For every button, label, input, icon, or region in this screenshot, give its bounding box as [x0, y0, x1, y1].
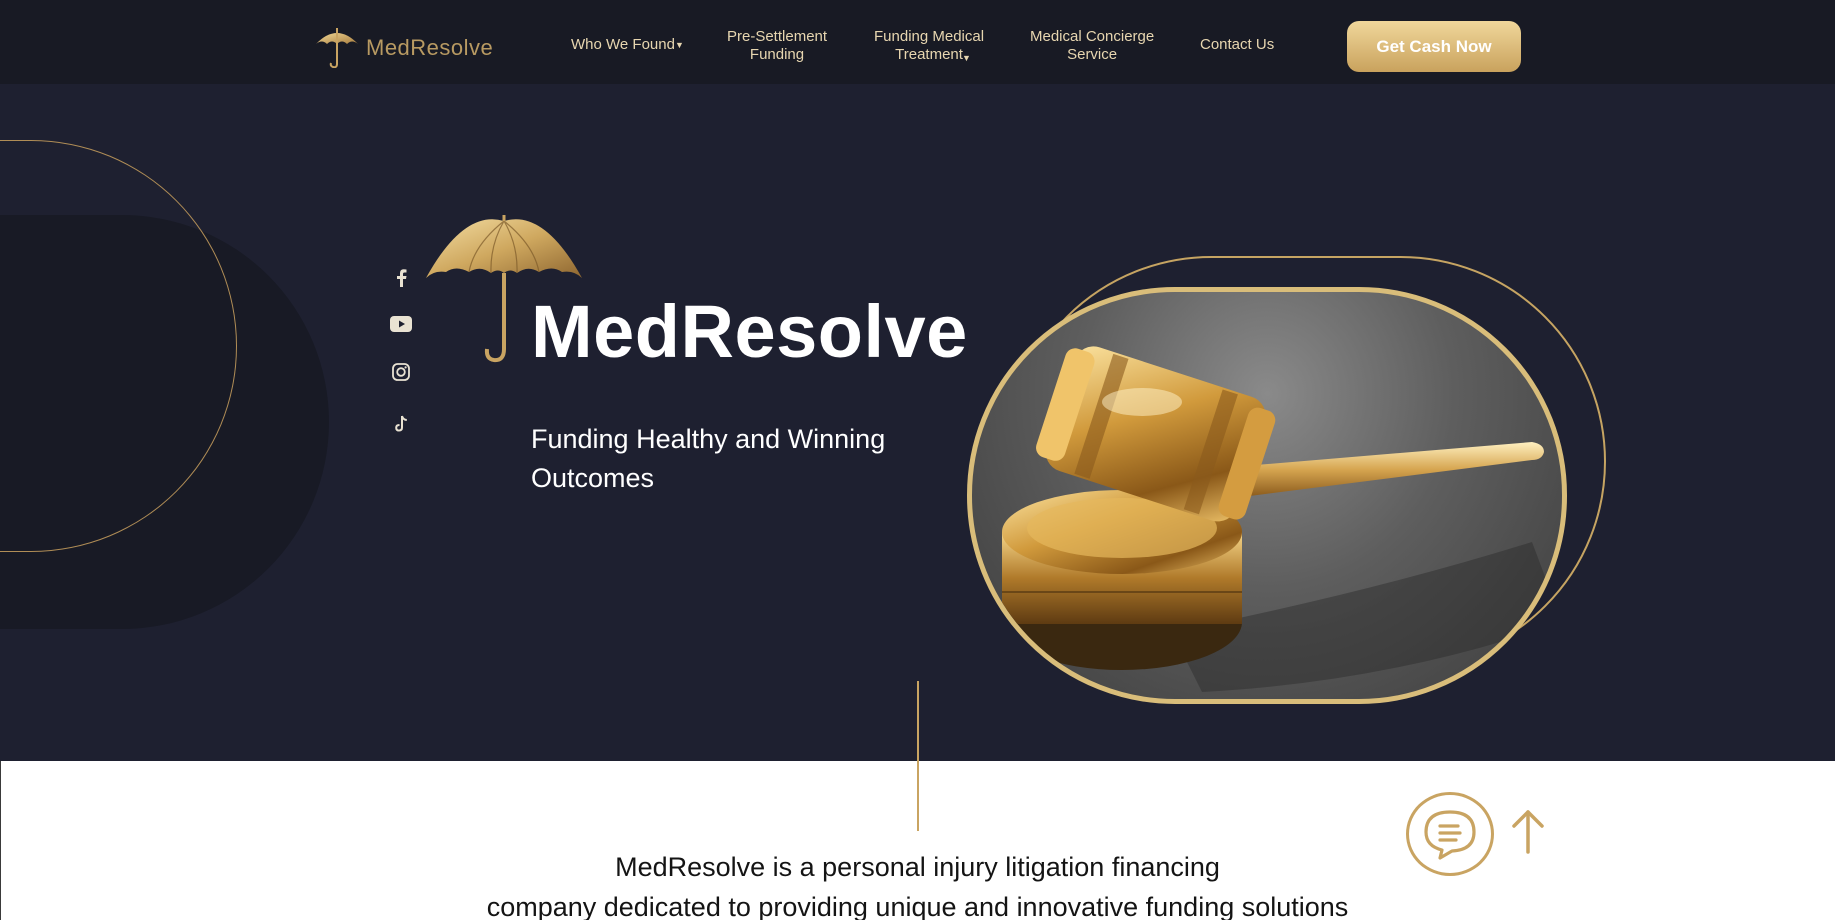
- intro-line1: MedResolve is a personal injury litigati…: [615, 852, 1220, 882]
- nav-who-we-found[interactable]: Who We Found: [571, 36, 675, 54]
- logo-link[interactable]: MedResolve: [314, 24, 493, 68]
- nav-medical-concierge-service[interactable]: Medical Concierge Service: [1030, 28, 1154, 64]
- tiktok-icon[interactable]: [388, 411, 414, 437]
- golden-gavel-image: [967, 287, 1567, 704]
- caret-down-icon: ▼: [675, 40, 684, 50]
- nav-pre-settlement-funding[interactable]: Pre-Settlement Funding: [727, 28, 827, 64]
- hero-section: MedResolve Funding Healthy and Winning O…: [0, 84, 1835, 761]
- nav-label: Who We Found: [571, 36, 675, 53]
- instagram-icon[interactable]: [388, 359, 414, 385]
- nav-contact-us[interactable]: Contact Us: [1200, 36, 1274, 54]
- logo-text: MedResolve: [366, 35, 494, 60]
- get-cash-now-button[interactable]: Get Cash Now: [1347, 21, 1521, 72]
- divider-line: [917, 681, 919, 831]
- umbrella-logo-icon: [316, 28, 358, 68]
- youtube-icon[interactable]: [388, 311, 414, 337]
- arrow-up-icon: [1512, 810, 1544, 854]
- top-navbar: MedResolve Who We Found ▼ Pre-Settlement…: [0, 0, 1835, 84]
- intro-line2: company dedicated to providing unique an…: [486, 892, 1349, 920]
- intro-paragraph: MedResolve is a personal injury litigati…: [380, 847, 1455, 920]
- nav-label-line2: Funding: [749, 46, 805, 63]
- facebook-icon[interactable]: [388, 265, 414, 291]
- nav-label-line1: Pre-Settlement: [727, 28, 828, 45]
- nav-label: Contact Us: [1200, 36, 1275, 53]
- hero-title: MedResolve: [531, 290, 968, 373]
- caret-down-icon: ▼: [962, 53, 971, 63]
- hero-subtitle: Funding Healthy and Winning Outcomes: [531, 424, 886, 493]
- nav-label-line1: Funding Medical: [874, 28, 985, 45]
- nav-label-line2: Service: [1067, 46, 1118, 63]
- nav-label-line1: Medical Concierge: [1030, 28, 1155, 45]
- scroll-to-top-button[interactable]: [1508, 808, 1548, 854]
